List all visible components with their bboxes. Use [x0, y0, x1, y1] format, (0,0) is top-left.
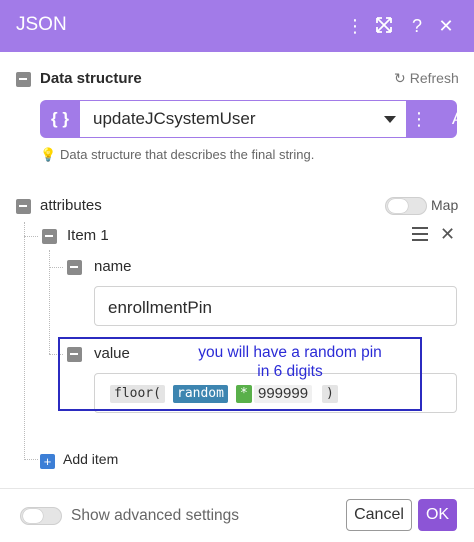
- data-structure-options-icon[interactable]: ⋮: [406, 100, 432, 138]
- plus-icon: +: [40, 454, 55, 469]
- map-label: Map: [431, 197, 459, 213]
- tree-guide-line: [49, 267, 63, 268]
- data-structure-hint: 💡 Data structure that describes the final…: [40, 147, 315, 162]
- data-structure-add-button[interactable]: Add: [432, 100, 474, 138]
- refresh-label: Refresh: [409, 70, 459, 86]
- help-icon[interactable]: ?: [404, 12, 430, 40]
- name-input-value: enrollmentPin: [108, 298, 212, 317]
- module-header: JSON ⋮ ? ✕: [0, 0, 474, 52]
- name-collapse-checkbox[interactable]: [67, 260, 82, 275]
- item-collapse-checkbox[interactable]: [42, 229, 57, 244]
- name-input[interactable]: enrollmentPin: [94, 286, 457, 326]
- more-vertical-icon[interactable]: ⋮: [342, 12, 368, 40]
- advanced-settings-label: Show advanced settings: [71, 507, 240, 524]
- tree-guide-line: [24, 459, 38, 460]
- attributes-label: attributes: [40, 197, 102, 214]
- chevron-down-icon: [384, 116, 396, 123]
- lightbulb-icon: 💡: [40, 147, 57, 162]
- map-toggle[interactable]: [385, 197, 427, 215]
- drag-handle-icon[interactable]: [412, 227, 428, 243]
- module-title: JSON: [16, 14, 67, 35]
- advanced-settings-toggle[interactable]: [20, 507, 62, 525]
- data-structure-selected-value: updateJCsystemUser: [93, 109, 256, 128]
- data-structure-label: Data structure: [40, 70, 142, 87]
- refresh-button[interactable]: ↻ Refresh: [394, 70, 459, 87]
- data-structure-select[interactable]: updateJCsystemUser: [80, 101, 406, 137]
- attributes-collapse-checkbox[interactable]: [16, 199, 31, 214]
- add-item-button[interactable]: + Add item: [40, 451, 118, 469]
- tree-guide-line: [24, 222, 25, 460]
- cancel-button[interactable]: Cancel: [346, 499, 412, 531]
- annotation-line-1: you will have a random pin: [198, 344, 382, 361]
- refresh-icon: ↻: [394, 70, 406, 86]
- footer-divider: [0, 488, 474, 489]
- tree-guide-line: [49, 250, 50, 354]
- add-item-label: Add item: [63, 451, 119, 467]
- close-icon[interactable]: ✕: [433, 12, 459, 40]
- item-label: Item 1: [67, 227, 109, 244]
- data-structure-picker: { } updateJCsystemUser ⋮ Add: [40, 100, 474, 138]
- remove-item-icon[interactable]: ✕: [440, 224, 455, 245]
- tree-guide-line: [24, 236, 38, 237]
- data-structure-icon: { }: [51, 109, 69, 128]
- name-field-label: name: [94, 258, 132, 275]
- expand-icon[interactable]: [371, 12, 397, 40]
- data-structure-collapse-checkbox[interactable]: [16, 72, 31, 87]
- annotation-line-2: in 6 digits: [257, 363, 323, 380]
- ok-button[interactable]: OK: [418, 499, 457, 531]
